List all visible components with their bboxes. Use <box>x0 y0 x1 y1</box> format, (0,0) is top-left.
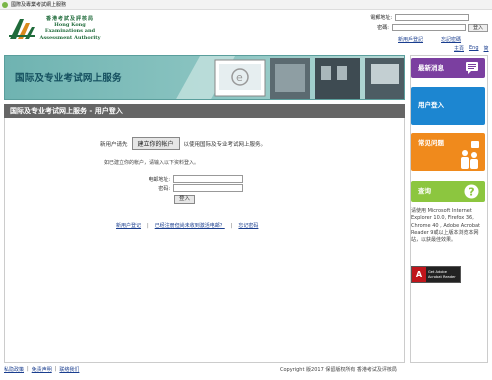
simplified-chinese-link[interactable]: 简 <box>484 45 489 52</box>
new-user-prefix: 新用户请先 <box>100 141 128 148</box>
login-button[interactable]: 登入 <box>174 195 196 204</box>
header-login-button[interactable]: 登入 <box>467 23 488 32</box>
browser-requirements-note: 请使用 Microsoft Internet Explorer 10.0, Fi… <box>411 208 481 244</box>
copyright: Copyright 版2017 保留版权所有 香港考试及评核局 <box>280 367 397 373</box>
register-link[interactable]: 新用户登记 <box>116 222 141 229</box>
footer-separator: | <box>27 366 29 372</box>
page-subheading: 国际及专业考试网上服务 - 用户登入 <box>4 104 405 118</box>
browser-icon <box>2 1 8 8</box>
user-login-tile[interactable]: 用户登入 <box>411 87 485 125</box>
privacy-policy-link[interactable]: 私隐政策 <box>4 366 24 373</box>
news-tile-label: 最新消息 <box>418 64 444 72</box>
header-links: 新用戶登記 忘記密碼 <box>398 36 461 43</box>
disclaimer-link[interactable]: 免责声明 <box>32 366 52 373</box>
email-row: 电邮地址: <box>144 175 243 183</box>
create-account-button[interactable]: 建立你的帐户 <box>131 137 180 150</box>
new-user-prompt: 新用户请先 建立你的帐户 以使用国际及专业考试网上服务。 <box>100 137 266 150</box>
header-password-row: 密碼: 登入 <box>338 23 488 32</box>
email-input[interactable] <box>173 175 243 183</box>
new-user-register-link[interactable]: 新用戶登記 <box>398 36 423 43</box>
banner-photo-collage: e <box>176 56 404 99</box>
header-email-label: 電郵地址: <box>370 15 392 21</box>
get-adobe-reader-badge[interactable]: A Get Adobe Acrobat Reader <box>411 266 461 283</box>
user-login-tile-label: 用户登入 <box>418 101 444 109</box>
main-panel <box>4 118 405 363</box>
news-tile[interactable]: 最新消息 <box>411 58 485 78</box>
header-email-input[interactable] <box>395 14 469 21</box>
faq-tile-label: 常见问题 <box>418 139 444 147</box>
news-icon <box>466 62 478 74</box>
hkeaa-logo[interactable]: 香港考試及評核局 Hong Kong Examinations and Asse… <box>8 13 103 45</box>
logo-text: 香港考試及評核局 Hong Kong Examinations and Asse… <box>36 16 104 41</box>
footer-separator: | <box>54 366 57 372</box>
hkeaa-logo-mark <box>9 19 35 39</box>
logo-en-2: Examinations and <box>44 28 96 35</box>
english-link[interactable]: Eng <box>469 45 479 52</box>
question-icon: ? <box>464 184 479 199</box>
header-login: 電郵地址: 密碼: 登入 <box>338 13 488 33</box>
header-password-input[interactable] <box>391 24 466 31</box>
faq-tile[interactable]: 常见问题 <box>411 133 485 171</box>
window-title: 國際及專業考試網上服務 <box>11 2 67 8</box>
forgot-password-link[interactable]: 忘記密碼 <box>441 36 461 43</box>
contact-us-link[interactable]: 联络我们 <box>59 366 79 373</box>
banner-title: 国际及专业考试网上服务 <box>15 73 122 84</box>
enquiry-tile[interactable]: 查询 ? <box>411 181 485 202</box>
activation-email-link[interactable]: 已经注册但尚未收到激活电邮？ <box>155 222 225 229</box>
adobe-badge-text: Get Adobe Acrobat Reader <box>426 270 456 279</box>
link-separator: | <box>147 222 149 229</box>
footer-links: 私隐政策 | 免责声明 | 联络我们 <box>4 366 79 373</box>
adobe-logo-icon: A <box>412 267 426 282</box>
svg-text:e: e <box>236 71 243 84</box>
link-separator: | <box>230 222 233 229</box>
window-titlebar: 國際及專業考試網上服務 <box>0 0 492 10</box>
account-links: 新用户登记 | 已经注册但尚未收到激活电邮？ | 忘记密码 <box>116 222 258 230</box>
password-input[interactable] <box>173 184 243 192</box>
password-row: 密码: <box>144 184 243 192</box>
header-password-label: 密碼: <box>377 25 389 31</box>
forgot-password-main-link[interactable]: 忘记密码 <box>238 222 258 229</box>
existing-user-instruction: 如已建立你的帐户，请输入以下资料登入。 <box>104 160 200 166</box>
enquiry-tile-label: 查询 <box>418 187 431 195</box>
email-label: 电邮地址: <box>148 176 170 183</box>
header-email-row: 電郵地址: <box>338 13 488 22</box>
new-user-suffix: 以使用国际及专业考试网上服务。 <box>183 141 267 148</box>
banner: 国际及专业考试网上服务 e <box>4 55 405 100</box>
faq-people-icon <box>461 141 479 169</box>
language-links: 主頁 Eng 简 <box>454 45 489 52</box>
home-link[interactable]: 主頁 <box>454 45 464 52</box>
svg-text:?: ? <box>468 186 474 199</box>
adobe-line-2: Acrobat Reader <box>428 274 456 279</box>
logo-en-3: Assessment Authority <box>39 34 101 41</box>
password-label: 密码: <box>158 185 170 192</box>
